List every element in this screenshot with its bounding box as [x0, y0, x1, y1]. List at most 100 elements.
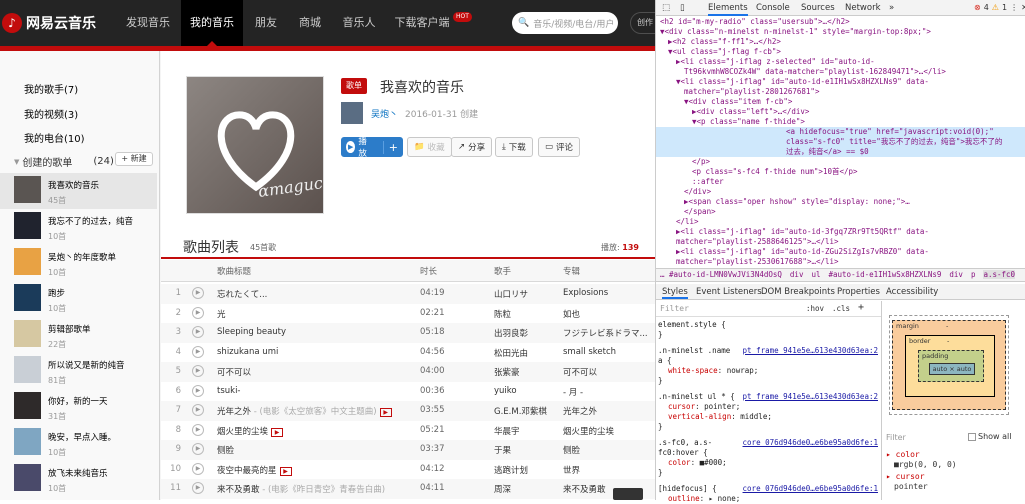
hov-toggle[interactable]: :hov	[806, 304, 824, 313]
dom-node-line[interactable]: ▼<div class="item f-cb">	[656, 97, 1025, 107]
creator-center-button[interactable]: 创作	[630, 12, 655, 34]
song-album[interactable]: 如也	[563, 308, 651, 320]
rule-source-link[interactable]: core_076d946de0…e6be95a0d6fe:1	[743, 484, 878, 494]
song-album[interactable]: 光年之外	[563, 405, 651, 417]
dom-node-line[interactable]: </span>	[656, 207, 1025, 217]
dom-node-line[interactable]: matcher="playlist-2530617688">…</li>	[656, 257, 1025, 267]
playlist-item[interactable]: 吴炮丶的年度歌单 10首	[0, 245, 157, 281]
mv-icon[interactable]: ▶	[379, 408, 392, 417]
song-row[interactable]: 11 ▶ 来不及勇敢 - (电影《昨日青空》青春告白曲) 04:11 周深 来不及勇敢	[161, 479, 655, 499]
more-options-icon[interactable]: ⋮	[1010, 3, 1018, 12]
play-circle-icon[interactable]: ▶	[192, 443, 204, 455]
song-title-text[interactable]: 忘れたくて...	[217, 290, 267, 300]
song-singer[interactable]: 山口リサ	[494, 288, 528, 300]
tab-console[interactable]: Console	[756, 3, 790, 13]
play-circle-icon[interactable]: ▶	[192, 287, 204, 299]
play-circle-icon[interactable]: ▶	[192, 404, 204, 416]
playlist-item[interactable]: 你好，新的一天 31首	[0, 389, 157, 425]
breadcrumb-item[interactable]: a.s-fc0	[983, 270, 1016, 279]
rule-property[interactable]: white-space: nowrap;	[658, 366, 878, 376]
rule-source-link[interactable]: pt_frame_941e5e…613e430d63ea:2	[743, 346, 878, 356]
playlist-item[interactable]: 放飞未来纯音乐 10首	[0, 461, 157, 497]
breadcrumb-item[interactable]: div	[790, 270, 804, 279]
song-singer[interactable]: 周深	[494, 483, 511, 495]
song-singer[interactable]: 松田光由	[494, 347, 528, 359]
device-toggle-icon[interactable]: ▯	[680, 3, 685, 13]
cls-toggle[interactable]: .cls	[832, 304, 850, 313]
play-circle-icon[interactable]: ▶	[192, 365, 204, 377]
song-singer[interactable]: yuiko	[494, 386, 517, 396]
song-album[interactable]: フジテレビ系ドラマ...	[563, 327, 651, 339]
dom-node-line[interactable]: ▼<p class="name f-thide">	[656, 117, 1025, 127]
created-playlists-header[interactable]: ▼ 创建的歌单 (24)	[14, 154, 114, 169]
nav-my-music[interactable]: 我的音乐	[181, 0, 243, 46]
play-circle-icon[interactable]: ▶	[192, 345, 204, 358]
song-singer[interactable]: 张紫豪	[494, 366, 520, 378]
song-title[interactable]: 光年之外 - (电影《太空旅客》中文主题曲) ▶	[217, 405, 392, 417]
song-row[interactable]: 6 ▶ tsuki- 00:36 yuiko - 月 -	[161, 382, 655, 402]
dom-node-line[interactable]: <h2 id="m-my-radio" class="usersub">…</h…	[656, 17, 1025, 27]
breadcrumb-item[interactable]: ul	[811, 270, 820, 279]
add-to-queue-icon[interactable]: +	[382, 140, 398, 154]
play-circle-icon[interactable]: ▶	[192, 482, 204, 494]
breadcrumb-item[interactable]: #auto-id-e1IH1wSx8HZXLNs9	[829, 270, 942, 279]
dom-node-line[interactable]: Tt96kvmhW8COZk4W" data-matcher="playlist…	[656, 67, 1025, 77]
style-rule[interactable]: .n-minelst .name pt_frame_941e5e…613e430d…	[658, 346, 878, 386]
song-row[interactable]: 3 ▶ Sleeping beauty 05:18 出羽良彰 フジテレビ系ドラマ...	[161, 323, 655, 343]
computed-filter-input[interactable]: Filter	[886, 433, 906, 442]
dom-node-line[interactable]: 过去，纯音</a> == $0	[656, 147, 1025, 157]
nav-download[interactable]: 下载客户端	[387, 0, 457, 46]
song-title-text[interactable]: 夜空中最亮的星	[217, 466, 277, 476]
play-circle-icon[interactable]: ▶	[192, 423, 204, 436]
song-album[interactable]: 侧脸	[563, 444, 651, 456]
computed-property[interactable]: ▸ color ■rgb(0, 0, 0)	[886, 450, 957, 470]
rule-property[interactable]: outline: ▸ none;	[658, 494, 878, 504]
show-all-checkbox[interactable]	[968, 432, 976, 441]
share-button[interactable]: ↗ 分享	[451, 137, 493, 157]
sidebar-my-videos[interactable]: 我的视频(3)	[24, 106, 78, 121]
song-singer[interactable]: 于果	[494, 444, 511, 456]
nav-mall[interactable]: 商城	[289, 0, 331, 46]
song-row[interactable]: 5 ▶ 可不可以 04:00 张紫豪 可不可以	[161, 362, 655, 382]
song-singer[interactable]: 出羽良彰	[494, 327, 528, 339]
play-circle-icon[interactable]: ▶	[192, 306, 204, 319]
subtab-styles[interactable]: Styles	[662, 287, 688, 299]
nav-friends[interactable]: 朋友	[243, 0, 289, 46]
rule-source-link[interactable]: pt_frame_941e5e…613e430d63ea:2	[743, 392, 878, 402]
dom-node-line[interactable]: ▼<li class="j-iflag" id="auto-id-e1IH1wS…	[656, 77, 1025, 87]
playlist-item[interactable]: 晚安，早点入睡。 10首	[0, 425, 157, 461]
new-rule-icon[interactable]: +	[858, 302, 864, 313]
dom-node-line[interactable]: <a hidefocus="true" href="javascript:voi…	[656, 127, 1025, 137]
sidebar-my-singers[interactable]: 我的歌手(7)	[24, 81, 78, 96]
song-row[interactable]: 1 ▶ 忘れたくて... 04:19 山口リサ Explosions	[161, 284, 655, 304]
sidebar-my-radios[interactable]: 我的电台(10)	[24, 130, 85, 145]
playlist-item[interactable]: 我忘不了的过去，纯音 10首	[0, 209, 157, 245]
song-title[interactable]: tsuki-	[217, 386, 241, 396]
play-circle-icon[interactable]: ▶	[192, 326, 204, 338]
subtab-properties[interactable]: Properties	[837, 287, 880, 297]
creator-name-link[interactable]: 吴炮丶	[371, 107, 398, 120]
song-title-text[interactable]: shizukana umi	[217, 347, 278, 357]
nav-discover[interactable]: 发现音乐	[115, 0, 181, 46]
subtab-event-listeners[interactable]: Event Listeners	[696, 287, 762, 297]
song-row[interactable]: 10 ▶ 夜空中最亮的星 ▶ 04:12 逃跑计划 世界	[161, 460, 655, 480]
dom-node-line[interactable]: ▶<li class="j-iflag" id="auto-id-ZGu2SiZ…	[656, 247, 1025, 257]
dom-node-line[interactable]: ▶<li class="j-iflag" id="auto-id-3fgq7ZR…	[656, 227, 1025, 237]
playlist-item[interactable]: 我喜欢的音乐 45首	[0, 173, 157, 209]
site-logo[interactable]: ♪ 网易云音乐	[2, 12, 96, 34]
new-playlist-button[interactable]: + 新建	[115, 152, 153, 166]
dom-node-line[interactable]: ::after	[656, 177, 1025, 187]
song-singer[interactable]: 逃跑计划	[494, 464, 528, 476]
song-row[interactable]: 9 ▶ 侧脸 03:37 于果 侧脸	[161, 440, 655, 460]
song-row[interactable]: 4 ▶ shizukana umi 04:56 松田光由 small sketch	[161, 343, 655, 363]
song-album[interactable]: 烟火里的尘埃	[563, 425, 651, 437]
song-title[interactable]: 来不及勇敢 - (电影《昨日青空》青春告白曲)	[217, 483, 385, 495]
dom-node-line[interactable]: ▶<h2 class="f-ff1">…</h2>	[656, 37, 1025, 47]
dom-node-line[interactable]: ▶<div class="left">…</div>	[656, 107, 1025, 117]
play-circle-icon[interactable]: ▶	[192, 462, 204, 475]
song-singer[interactable]: 华晨宇	[494, 425, 520, 437]
dom-node-line[interactable]: ▶<li class="j-iflag z-selected" id="auto…	[656, 57, 1025, 67]
song-row[interactable]: 8 ▶ 烟火里的尘埃 ▶ 05:21 华晨宇 烟火里的尘埃	[161, 421, 655, 441]
song-album[interactable]: 世界	[563, 464, 651, 476]
rule-source-link[interactable]: core_076d946de0…e6be95a0d6fe:1	[743, 438, 878, 448]
